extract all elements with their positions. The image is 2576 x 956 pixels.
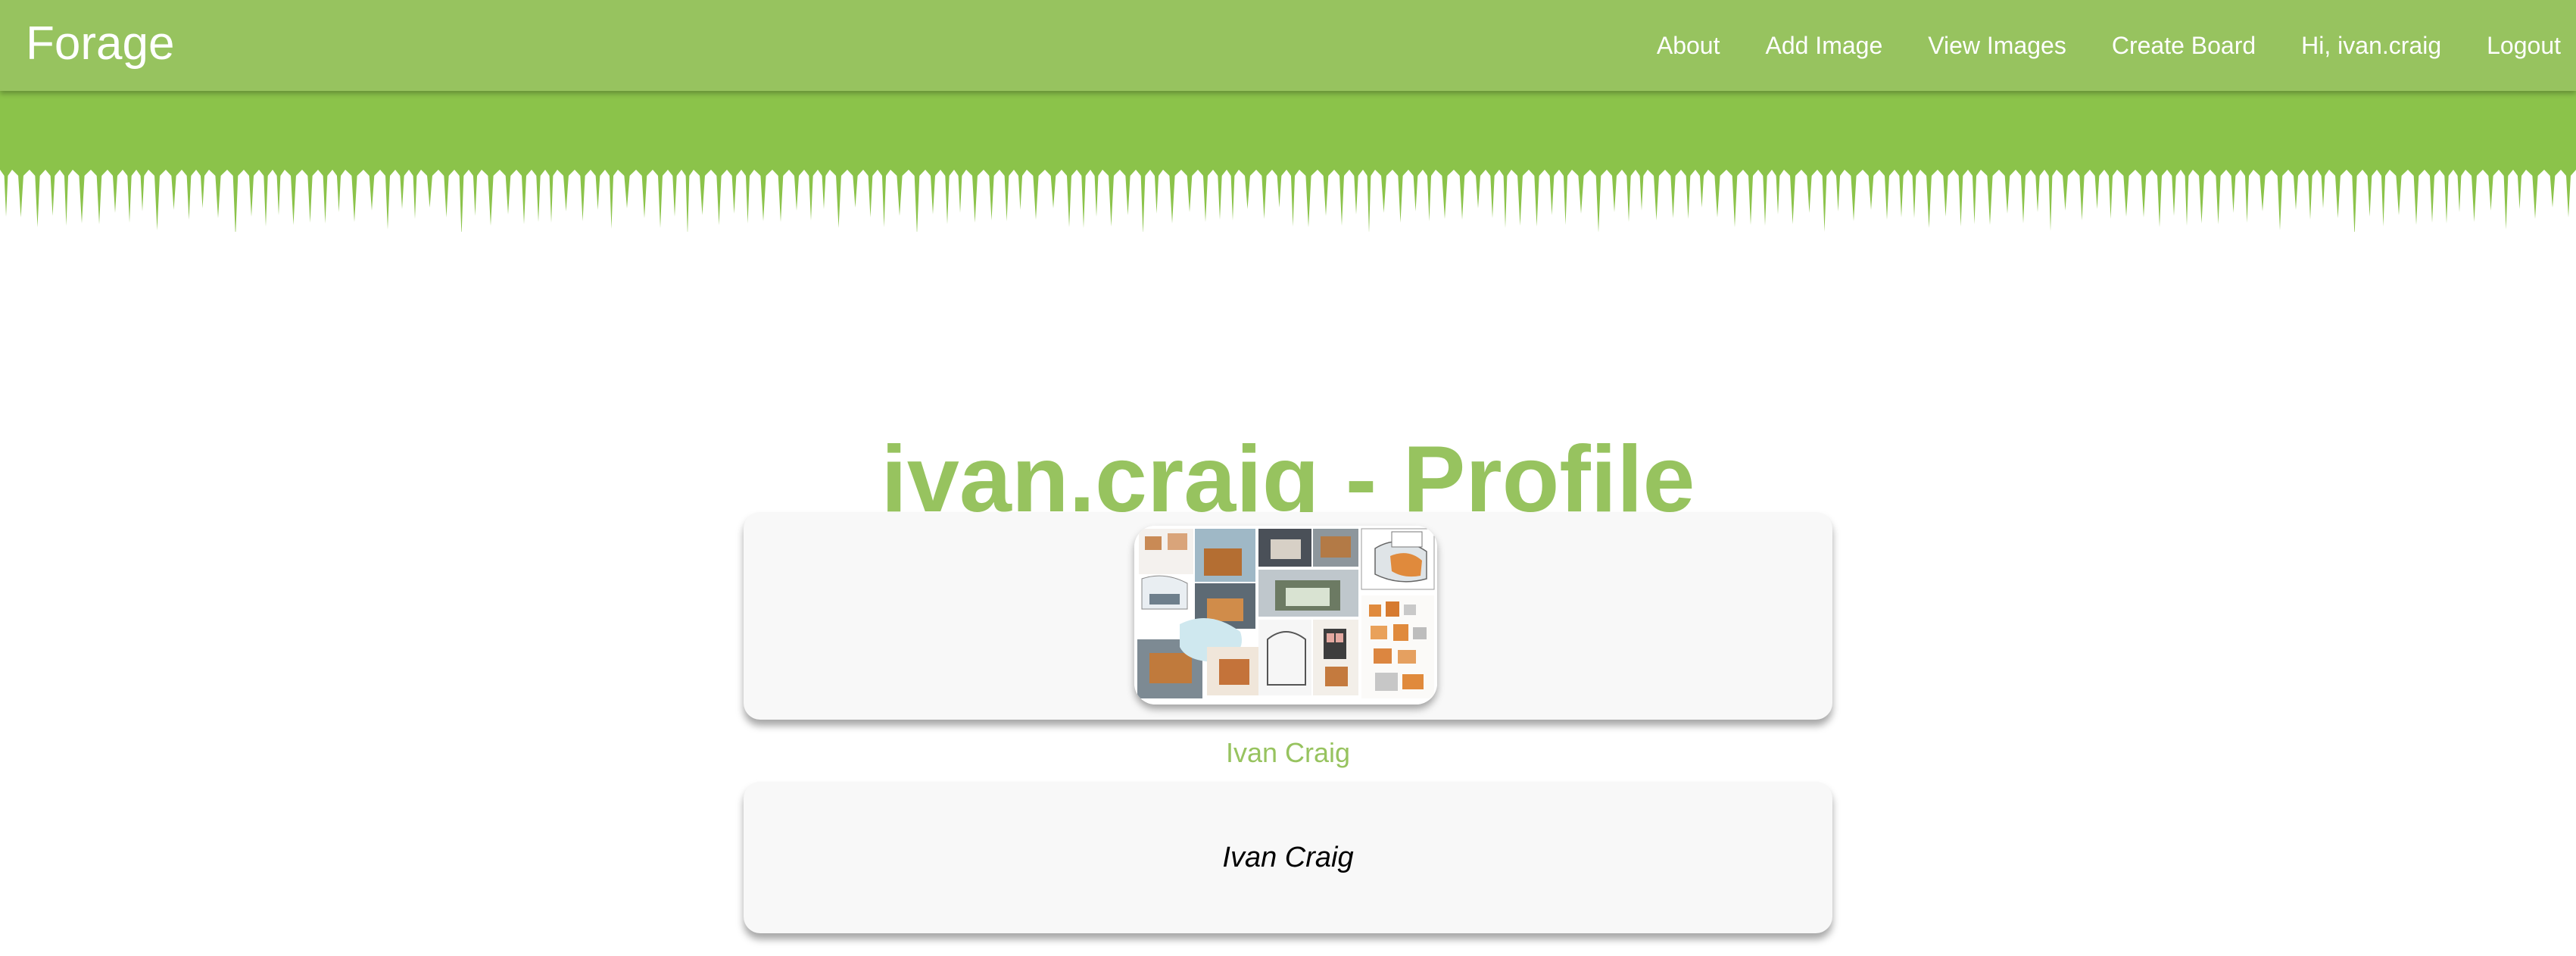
brand-logo-link[interactable]: Forage [26, 17, 174, 71]
forest-banner [0, 88, 2576, 232]
nav-links: About Add Image View Images Create Board… [1657, 0, 2576, 91]
profile-display-name: Ivan Craig [1225, 737, 1351, 768]
nav-link-logout[interactable]: Logout [2487, 32, 2561, 60]
nav-link-user-greeting[interactable]: Hi, ivan.craig [2301, 32, 2441, 60]
profile-name-text: Ivan Craig [1222, 842, 1354, 873]
nav-link-view-images[interactable]: View Images [1928, 32, 2066, 60]
profile-image[interactable] [1134, 526, 1437, 705]
top-navbar: Forage About Add Image View Images Creat… [0, 0, 2576, 91]
nav-link-create-board[interactable]: Create Board [2112, 32, 2256, 60]
sketch-collage-icon [1134, 526, 1437, 705]
nav-link-about[interactable]: About [1657, 32, 1720, 60]
profile-image-card [744, 512, 1832, 720]
profile-name-card: Ivan Craig [744, 782, 1832, 933]
nav-link-add-image[interactable]: Add Image [1765, 32, 1882, 60]
